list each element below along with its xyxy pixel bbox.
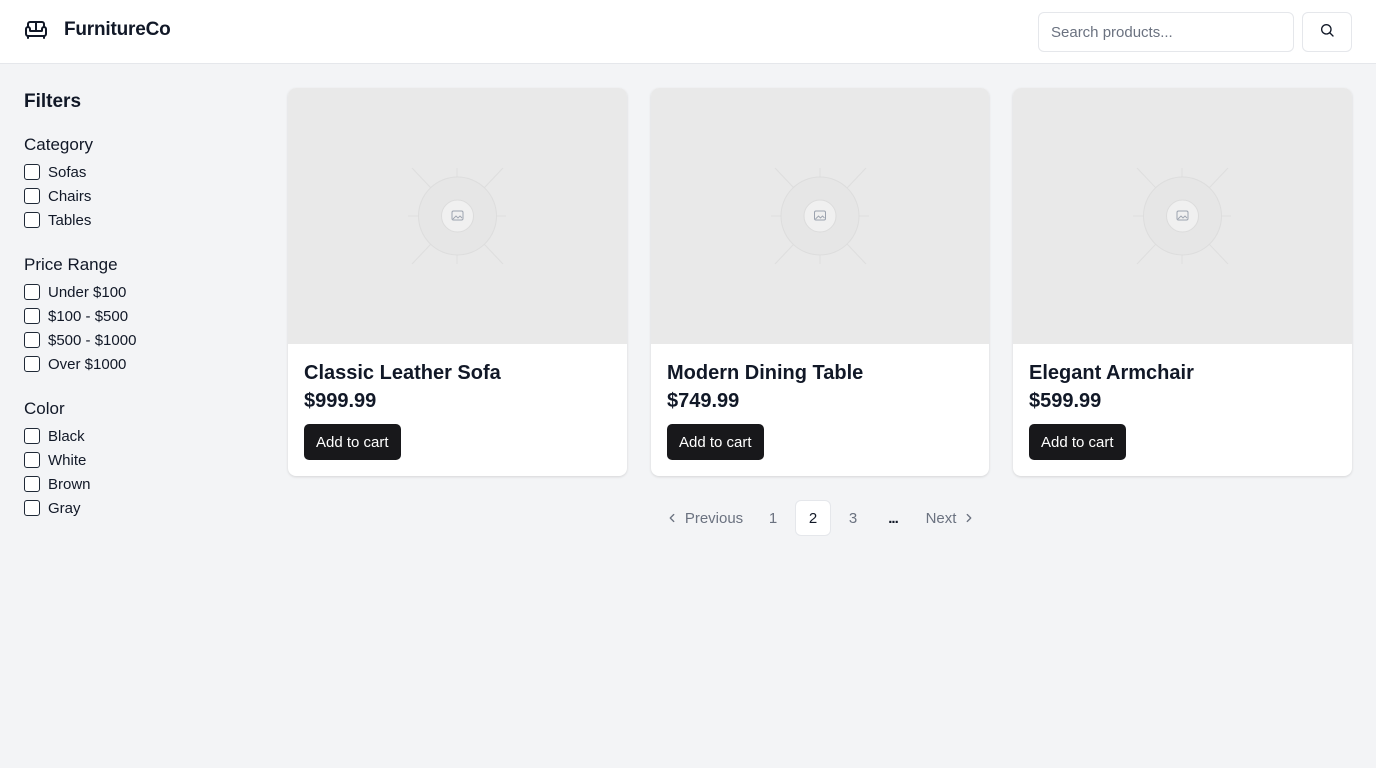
filter-option-label: $500 - $1000 [48, 331, 137, 349]
product-price: $749.99 [667, 390, 740, 412]
next-label: Next [925, 509, 957, 527]
checkbox[interactable] [24, 188, 40, 204]
add-to-cart-button[interactable]: Add to cart [304, 424, 401, 460]
sofa-icon [24, 18, 48, 42]
filter-option-label: Over $1000 [48, 355, 127, 373]
filters-title: Filters [24, 91, 82, 112]
checkbox[interactable] [24, 476, 40, 492]
product-card[interactable]: Elegant Armchair $599.99 Add to cart [1013, 88, 1352, 476]
add-to-cart-button[interactable]: Add to cart [667, 424, 764, 460]
product-price: $599.99 [1029, 390, 1102, 412]
checkbox[interactable] [24, 308, 40, 324]
filter-option-black[interactable]: Black [24, 426, 85, 446]
checkbox[interactable] [24, 164, 40, 180]
filter-option-100-500[interactable]: $100 - $500 [24, 306, 128, 326]
filter-option-brown[interactable]: Brown [24, 474, 91, 494]
previous-page-link[interactable]: Previous [660, 500, 748, 536]
filter-group-title: Price Range [24, 255, 118, 274]
product-name[interactable]: Elegant Armchair [1029, 362, 1194, 385]
pagination: Previous 1 2 3 ... Next [0, 500, 1376, 536]
filters-sidebar: Filters Category Sofas Chairs Tables Pri… [24, 90, 254, 517]
filter-option-chairs[interactable]: Chairs [24, 186, 91, 206]
brand-name: FurnitureCo [64, 19, 171, 40]
ellipsis-icon: ... [888, 509, 899, 527]
search-input[interactable] [1038, 12, 1294, 52]
checkbox[interactable] [24, 284, 40, 300]
filter-option-over-1000[interactable]: Over $1000 [24, 354, 126, 374]
chevron-left-icon [665, 511, 679, 525]
filter-option-label: Black [48, 427, 85, 445]
product-card[interactable]: Modern Dining Table $749.99 Add to cart [651, 88, 989, 476]
filter-option-white[interactable]: White [24, 450, 86, 470]
filter-option-500-1000[interactable]: $500 - $1000 [24, 330, 136, 350]
chevron-right-icon [962, 511, 976, 525]
filter-group-title: Color [24, 399, 65, 418]
product-image[interactable] [288, 88, 627, 344]
product-name[interactable]: Modern Dining Table [667, 362, 863, 385]
filter-option-label: Sofas [48, 163, 87, 181]
filter-group-category: Category Sofas Chairs Tables [24, 134, 254, 229]
checkbox[interactable] [24, 332, 40, 348]
search-icon [1319, 22, 1335, 43]
page-link-2-current[interactable]: 2 [795, 500, 831, 536]
filter-option-label: White [48, 451, 87, 469]
brand[interactable]: FurnitureCo [24, 18, 171, 42]
filter-option-label: Under $100 [48, 283, 127, 301]
filter-option-tables[interactable]: Tables [24, 210, 91, 230]
page-link-1[interactable]: 1 [755, 500, 791, 536]
page-link-3[interactable]: 3 [835, 500, 871, 536]
filter-option-label: $100 - $500 [48, 307, 129, 325]
filter-option-label: Brown [48, 475, 91, 493]
product-price: $999.99 [304, 390, 377, 412]
filter-group-color: Color Black White Brown Gray [24, 398, 254, 517]
product-image[interactable] [1013, 88, 1352, 344]
filter-option-label: Chairs [48, 187, 92, 205]
filter-option-sofas[interactable]: Sofas [24, 162, 86, 182]
product-image[interactable] [651, 88, 989, 344]
filter-option-under-100[interactable]: Under $100 [24, 282, 126, 302]
search-button[interactable] [1302, 12, 1352, 52]
filter-option-label: Tables [48, 211, 92, 229]
top-header: FurnitureCo [0, 0, 1376, 64]
next-page-link[interactable]: Next [919, 500, 983, 536]
checkbox[interactable] [24, 428, 40, 444]
filter-group-title: Category [24, 135, 93, 154]
checkbox[interactable] [24, 452, 40, 468]
product-card[interactable]: Classic Leather Sofa $999.99 Add to cart [288, 88, 627, 476]
checkbox[interactable] [24, 356, 40, 372]
product-name[interactable]: Classic Leather Sofa [304, 362, 501, 385]
add-to-cart-button[interactable]: Add to cart [1029, 424, 1126, 460]
filter-group-price-range: Price Range Under $100 $100 - $500 $500 … [24, 254, 254, 373]
previous-label: Previous [684, 509, 744, 527]
checkbox[interactable] [24, 212, 40, 228]
